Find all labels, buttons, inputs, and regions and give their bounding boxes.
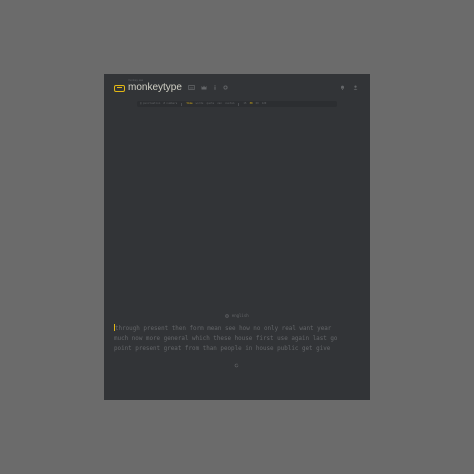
config-mode-zen[interactable]: zen: [217, 102, 222, 106]
info-icon[interactable]: [213, 84, 217, 92]
words-line: point present great from than people in …: [114, 344, 364, 354]
config-separator: [181, 102, 183, 106]
keyboard-icon[interactable]: [187, 84, 195, 92]
screen-background: monkey see monkeytype @ punctuation # nu…: [0, 0, 474, 474]
config-mode-custom[interactable]: custom: [225, 102, 234, 106]
logo-subtitle: monkey see: [128, 79, 144, 82]
config-numbers[interactable]: # numbers: [163, 102, 177, 106]
config-punctuation[interactable]: @ punctuation: [140, 102, 160, 106]
language-label: english: [231, 313, 249, 318]
words-line: through present then form mean see how n…: [114, 324, 364, 334]
language-selector[interactable]: english: [104, 313, 370, 318]
monkeytype-window: monkey see monkeytype @ punctuation # nu…: [104, 74, 370, 400]
config-time-30[interactable]: 30: [249, 102, 252, 106]
config-time-120[interactable]: 120: [262, 102, 267, 106]
restart-button[interactable]: [233, 363, 239, 369]
keyboard-logo-icon[interactable]: [114, 84, 125, 92]
config-separator: [238, 102, 240, 106]
nav-icons: [187, 84, 228, 92]
test-config-bar: @ punctuation # numbers time words quote…: [137, 101, 337, 107]
header-right-icons: [340, 85, 358, 92]
words-line-text: much now more general which these house …: [114, 336, 338, 342]
restart-icon: [234, 363, 238, 368]
logo-text: monkeytype: [128, 82, 182, 93]
bell-icon[interactable]: [340, 85, 345, 92]
words-line: much now more general which these house …: [114, 334, 364, 344]
config-mode-words[interactable]: words: [196, 102, 204, 106]
words-area[interactable]: through present then form mean see how n…: [114, 324, 364, 354]
words-line-text: through present then form mean see how n…: [115, 326, 332, 332]
config-mode-quote[interactable]: quote: [206, 102, 214, 106]
gear-icon[interactable]: [223, 84, 228, 92]
config-mode-time[interactable]: time: [186, 102, 192, 106]
config-time-15[interactable]: 15: [243, 102, 246, 106]
user-icon[interactable]: [353, 85, 358, 92]
crown-icon[interactable]: [201, 85, 207, 92]
logo[interactable]: monkey see monkeytype: [128, 79, 182, 94]
header: monkey see monkeytype: [114, 79, 362, 95]
config-time-60[interactable]: 60: [256, 102, 259, 106]
words-line-text: point present great from than people in …: [114, 346, 331, 352]
